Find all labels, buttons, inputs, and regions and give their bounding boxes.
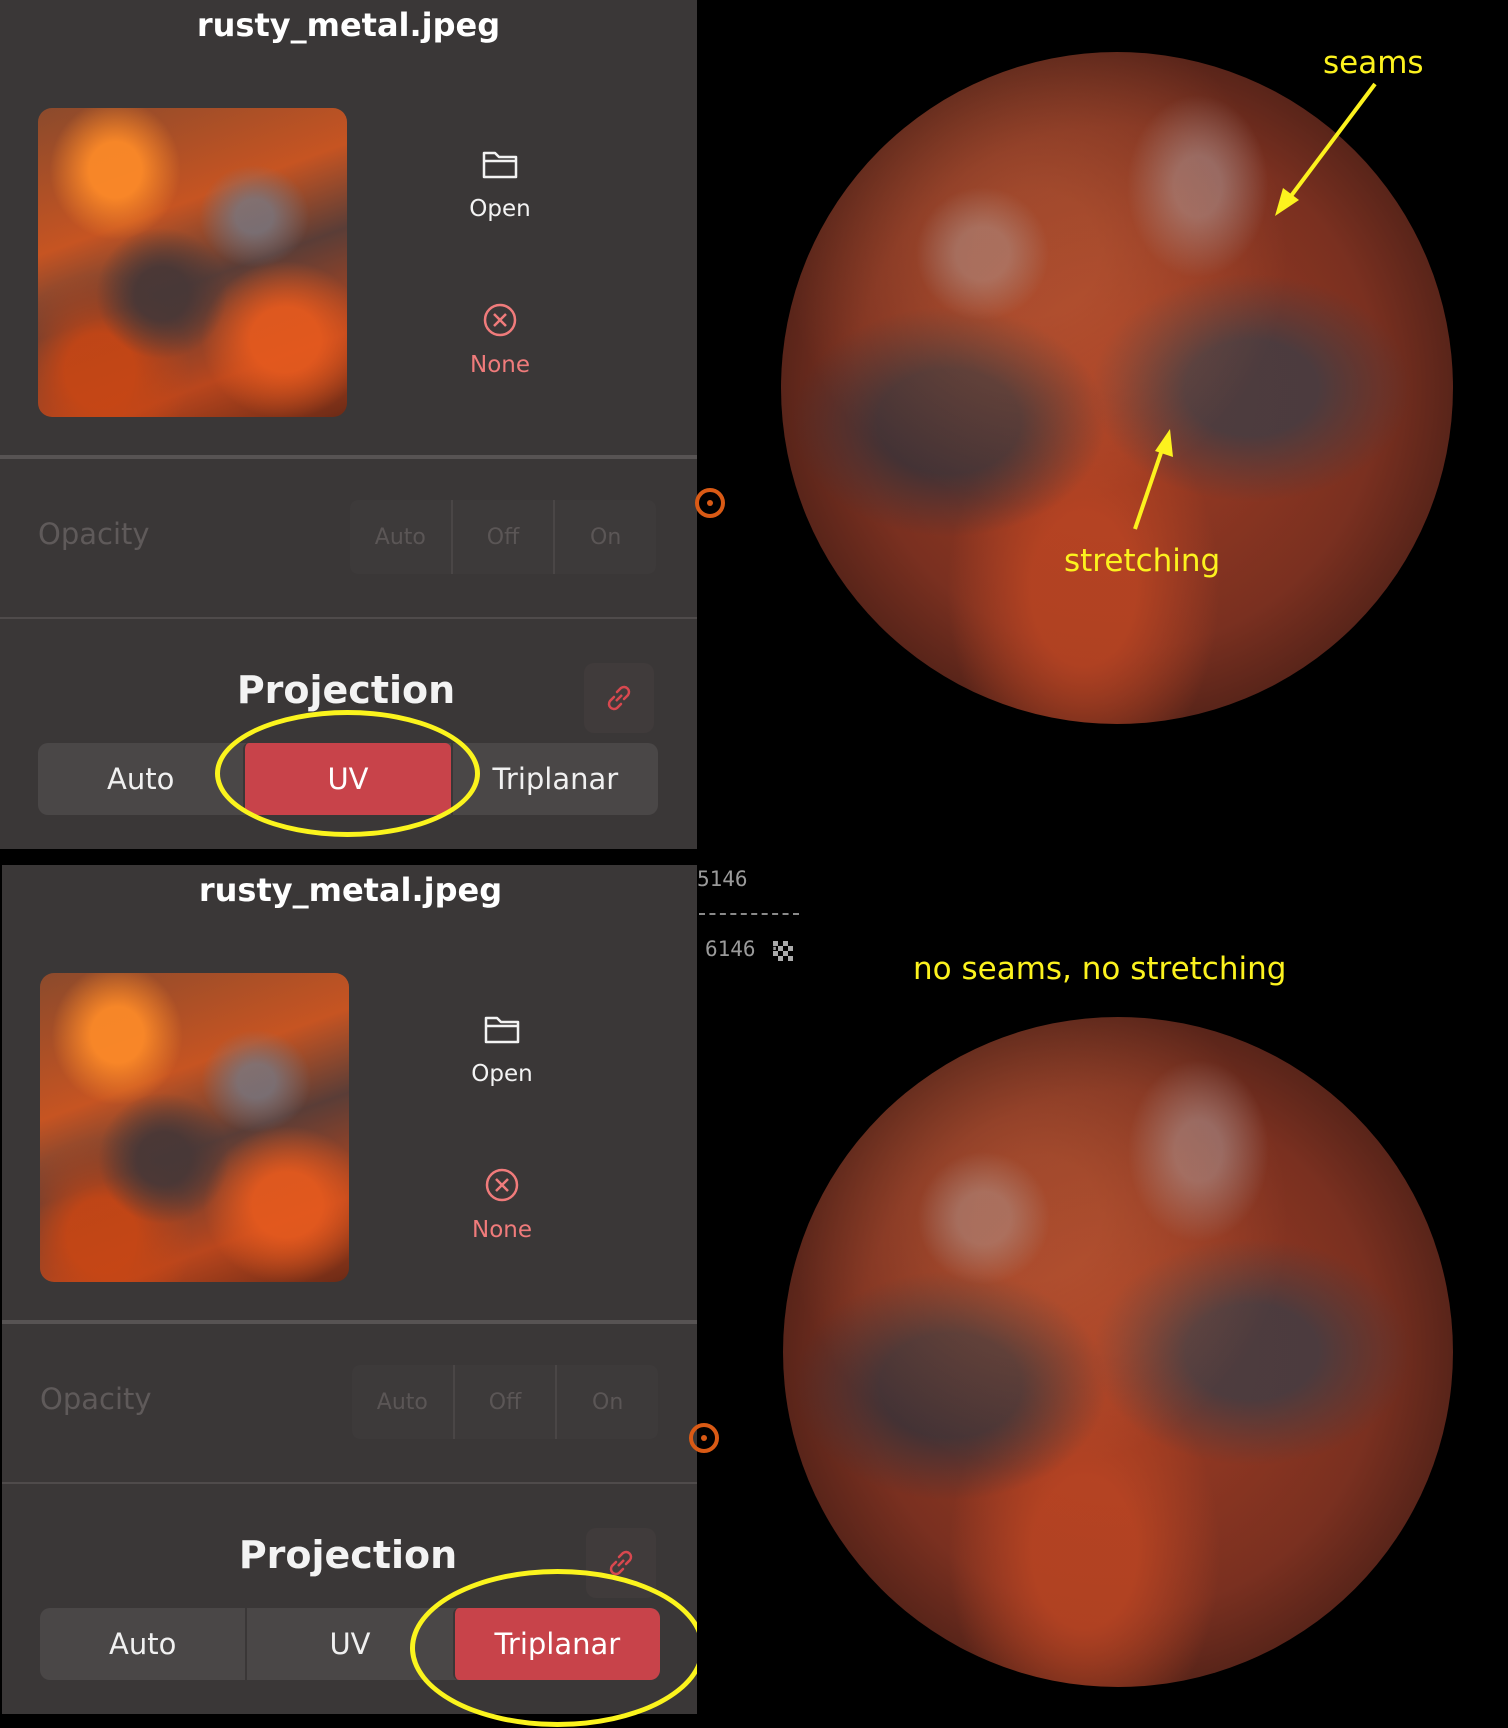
screenshot-divider <box>0 849 1508 865</box>
opacity-segmented-control: Auto Off On <box>352 1365 658 1439</box>
triplanar-highlight-ellipse <box>410 1569 705 1727</box>
opacity-option-off[interactable]: Off <box>452 1365 556 1439</box>
uv-highlight-ellipse <box>215 710 480 837</box>
link-button[interactable] <box>584 663 654 733</box>
none-label: None <box>469 352 530 378</box>
hud-dashed-line <box>699 913 799 915</box>
seams-arrow-icon <box>1275 82 1377 216</box>
section-divider <box>0 617 697 619</box>
stretching-arrow-icon <box>1133 429 1173 530</box>
none-button[interactable]: None <box>432 1167 572 1243</box>
opacity-option-off[interactable]: Off <box>450 500 554 574</box>
viewport-uv[interactable]: seams stretching <box>695 0 1508 849</box>
opacity-option-auto[interactable]: Auto <box>352 1365 453 1439</box>
section-divider <box>0 455 697 459</box>
open-button[interactable]: Open <box>430 148 570 222</box>
origin-marker-icon <box>695 488 725 518</box>
texture-filename: rusty_metal.jpeg <box>196 6 501 44</box>
open-label: Open <box>469 196 531 222</box>
annotation-stretching: stretching <box>1064 543 1221 579</box>
opacity-option-auto[interactable]: Auto <box>350 500 451 574</box>
section-divider <box>2 1320 699 1324</box>
rust-sphere-triplanar <box>783 1017 1453 1687</box>
opacity-label: Opacity <box>40 1382 152 1416</box>
none-button[interactable]: None <box>430 302 570 378</box>
opacity-label: Opacity <box>38 517 150 551</box>
close-circle-icon <box>483 303 517 337</box>
none-label: None <box>471 1217 532 1243</box>
projection-title: Projection <box>238 1533 458 1577</box>
texture-filename: rusty_metal.jpeg <box>198 871 503 909</box>
texture-panel-triplanar: rusty_metal.jpeg Open None Opacity Auto … <box>2 865 705 1727</box>
annotation-no-seams: no seams, no stretching <box>913 951 1287 987</box>
opacity-option-on[interactable]: On <box>553 500 656 574</box>
annotation-seams: seams <box>1323 45 1424 81</box>
section-divider <box>2 1482 699 1484</box>
hud-count-bottom: 6146 · <box>705 937 781 961</box>
projection-title: Projection <box>236 668 456 712</box>
projection-option-triplanar[interactable]: Triplanar <box>450 743 658 815</box>
projection-option-auto[interactable]: Auto <box>40 1608 245 1680</box>
open-button[interactable]: Open <box>432 1013 572 1087</box>
opacity-option-on[interactable]: On <box>555 1365 658 1439</box>
hud-count-top: 5146 <box>697 867 748 891</box>
texture-thumbnail[interactable] <box>38 108 347 417</box>
open-label: Open <box>471 1061 533 1087</box>
folder-icon <box>482 151 518 179</box>
texture-thumbnail[interactable] <box>40 973 349 1282</box>
texture-panel-uv: rusty_metal.jpeg Open None Opacity Auto … <box>0 0 697 849</box>
close-circle-icon <box>485 1168 519 1202</box>
viewport-triplanar[interactable]: 5146 6146 · no seams, no stretching <box>689 865 1508 1714</box>
origin-marker-icon <box>689 1423 719 1453</box>
link-icon <box>607 685 631 711</box>
opacity-segmented-control: Auto Off On <box>350 500 656 574</box>
folder-icon <box>484 1016 520 1044</box>
checkerboard-icon <box>773 941 793 961</box>
projection-option-auto[interactable]: Auto <box>38 743 243 815</box>
